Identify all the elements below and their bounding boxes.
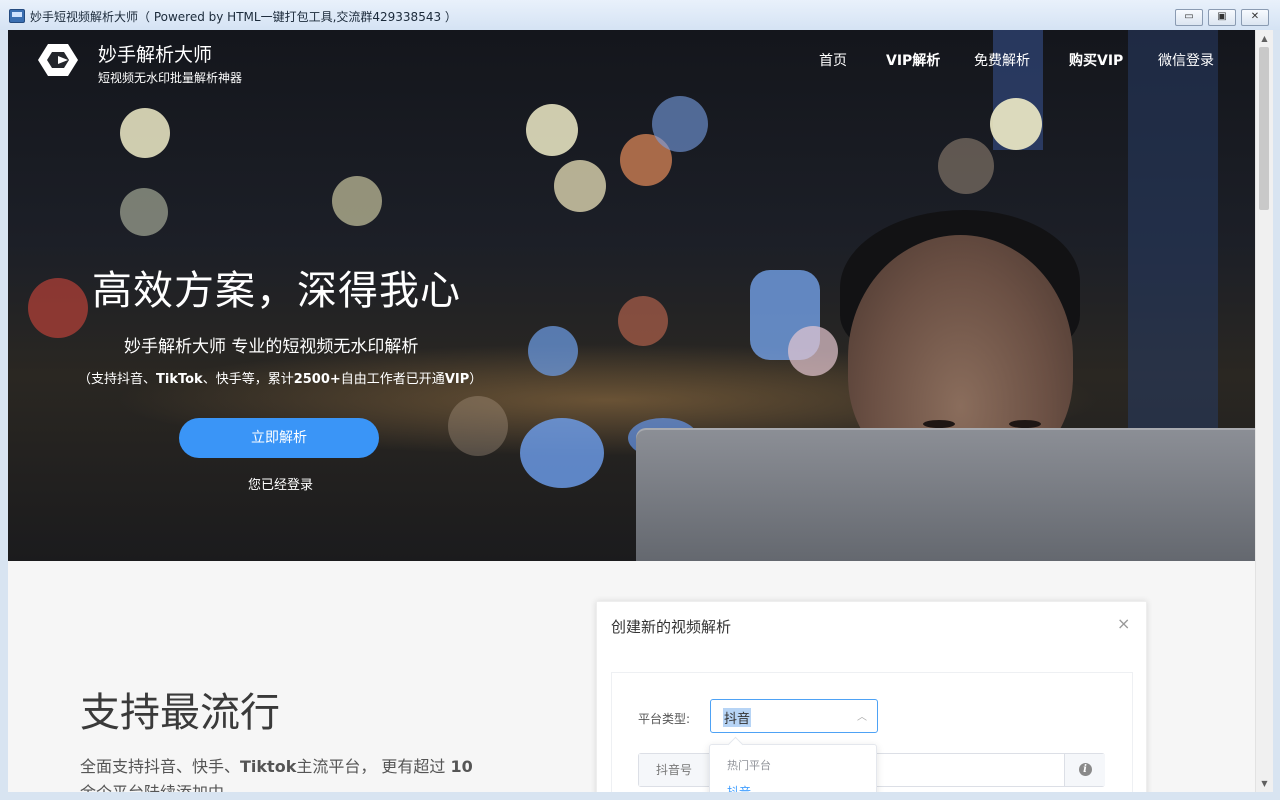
bokeh-light [332, 176, 382, 226]
account-input-prefix: 抖音号 [639, 754, 710, 786]
bokeh-light [528, 326, 578, 376]
window-frame-right [1272, 30, 1280, 800]
window-titlebar: 妙手短视频解析大师（ Powered by HTML一键打包工具,交流群4293… [0, 0, 1280, 31]
bokeh-light [520, 418, 604, 488]
scrollbar-thumb[interactable] [1259, 47, 1269, 210]
bokeh-light [120, 188, 168, 236]
window-frame-bottom [0, 792, 1280, 800]
platform-type-select[interactable]: 抖音 ︿ [710, 699, 878, 733]
bokeh-light [788, 326, 838, 376]
brand-tagline: 短视频无水印批量解析神器 [98, 71, 243, 85]
platform-dropdown: 热门平台 抖音 [709, 736, 877, 792]
bokeh-light [526, 104, 578, 156]
nav-item-vip-parse[interactable]: VIP解析 [886, 50, 940, 70]
brand-logo-icon[interactable] [38, 42, 78, 78]
window-title: 妙手短视频解析大师（ Powered by HTML一键打包工具,交流群4293… [30, 10, 457, 24]
bokeh-light [554, 160, 606, 212]
hero-subtitle: 妙手解析大师 专业的短视频无水印解析 [124, 337, 419, 357]
section-heading: 支持最流行 [80, 690, 280, 736]
bokeh-light [120, 108, 170, 158]
bokeh-light [652, 96, 708, 152]
page-viewport: 妙手解析大师 短视频无水印批量解析神器 首页 VIP解析 免费解析 购买VIP … [8, 30, 1255, 792]
bokeh-light [990, 98, 1042, 150]
close-window-button[interactable]: ✕ [1241, 9, 1269, 26]
bokeh-light [28, 278, 88, 338]
account-input-info[interactable]: i [1064, 754, 1105, 786]
info-icon[interactable]: i [1078, 763, 1092, 776]
window-frame-left [0, 30, 8, 800]
maximize-button[interactable]: ▣ [1208, 9, 1236, 26]
nav-item-free-parse[interactable]: 免费解析 [974, 50, 1030, 70]
app-icon [9, 9, 25, 23]
vertical-scrollbar[interactable]: ▲ ▼ [1255, 30, 1273, 792]
dropdown-group-label: 热门平台 [727, 759, 771, 772]
platform-type-label: 平台类型: [638, 712, 691, 726]
background-building [1128, 30, 1218, 450]
laptop-screen [636, 428, 1255, 561]
create-parse-dialog: 创建新的视频解析 × 平台类型: 抖音 ︿ 抖音号 i 热门平台 抖音 [596, 601, 1147, 792]
start-parse-button[interactable]: 立即解析 [179, 418, 379, 458]
nav-item-home[interactable]: 首页 [819, 50, 847, 70]
chevron-up-icon: ︿ [857, 712, 867, 723]
brand-name[interactable]: 妙手解析大师 [98, 40, 212, 67]
nav-item-buy-vip[interactable]: 购买VIP [1069, 50, 1123, 70]
bokeh-light [618, 296, 668, 346]
dialog-title: 创建新的视频解析 [611, 618, 732, 636]
platform-selected-value: 抖音 [723, 708, 752, 727]
scroll-up-icon[interactable]: ▲ [1256, 30, 1273, 47]
hero-title: 高效方案，深得我心 [92, 268, 461, 314]
close-icon[interactable]: × [1117, 614, 1130, 633]
nav-item-wechat-login[interactable]: 微信登录 [1158, 50, 1214, 70]
hero-banner: 妙手解析大师 短视频无水印批量解析神器 首页 VIP解析 免费解析 购买VIP … [8, 30, 1255, 561]
dropdown-option-douyin[interactable]: 抖音 [727, 783, 751, 792]
section-description: 全面支持抖音、快手、Tiktok主流平台， 更有超过 10余个平台陆续添加中 [80, 757, 473, 792]
minimize-button[interactable]: ▭ [1175, 9, 1203, 26]
hero-note: （支持抖音、TikTok、快手等，累计2500+自由工作者已开通VIP） [78, 372, 483, 387]
scroll-down-icon[interactable]: ▼ [1256, 775, 1273, 792]
login-status: 您已经登录 [248, 478, 314, 493]
bokeh-light [448, 396, 508, 456]
bokeh-light [938, 138, 994, 194]
